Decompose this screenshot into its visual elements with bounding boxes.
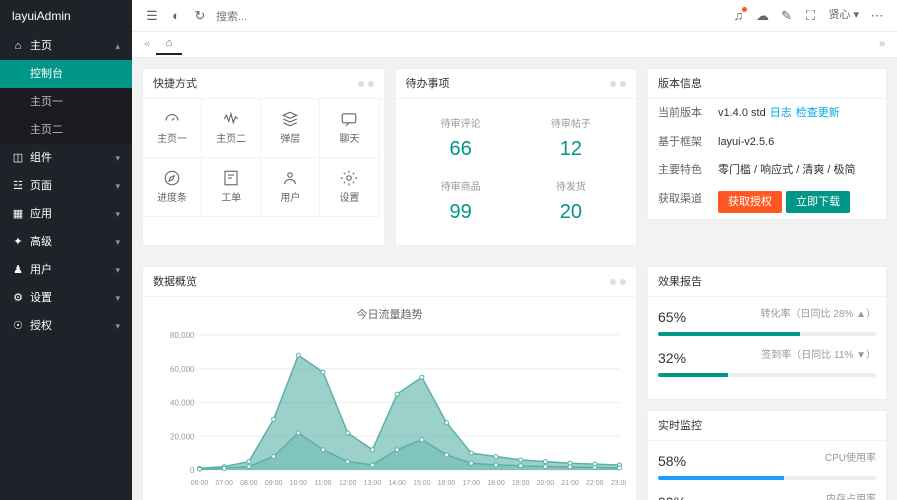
quick-card: 快捷方式 主页一主页二弹层聊天进度条工单用户设置 (142, 68, 385, 246)
version-row: 获取渠道获取授权立即下载 (648, 185, 886, 219)
sidebar: layuiAdmin ⌂主页▴控制台主页一主页二◫组件▾☳页面▾▦应用▾✦高级▾… (0, 0, 132, 500)
svg-text:13:00: 13:00 (364, 480, 382, 487)
progress-item: 58%CPU使用率 (658, 451, 876, 480)
tab-prev-icon[interactable]: « (138, 36, 156, 53)
svg-text:17:00: 17:00 (462, 480, 480, 487)
sidebar-subitem[interactable]: 控制台 (0, 60, 132, 88)
svg-text:11:00: 11:00 (315, 480, 332, 487)
bell-icon[interactable]: ♫ (726, 4, 750, 28)
pending-item[interactable]: 待审帖子12 (516, 109, 626, 172)
search-input[interactable] (216, 11, 336, 23)
card-title: 版本信息 (658, 69, 702, 99)
quick-wave[interactable]: 主页二 (201, 98, 261, 158)
progress-item: 90%内存占用率 (658, 492, 876, 500)
svg-text:10:00: 10:00 (290, 480, 308, 487)
tab-home[interactable]: ⌂ (156, 35, 182, 55)
sidebar-item-home[interactable]: ⌂主页▴ (0, 32, 132, 60)
card-title: 待办事项 (406, 69, 450, 99)
report-card: 效果报告 65%转化率（日同比 28% ▲） 32%签到率（日同比 11% ▼） (647, 266, 887, 400)
app-logo: layuiAdmin (0, 0, 132, 32)
pending-item[interactable]: 待审评论66 (406, 109, 516, 172)
svg-text:60,000: 60,000 (170, 364, 195, 373)
svg-text:14:00: 14:00 (388, 480, 406, 487)
sidebar-item-cube[interactable]: ◫组件▾ (0, 144, 132, 172)
sidebar-subitem[interactable]: 主页一 (0, 88, 132, 116)
svg-text:20:00: 20:00 (537, 480, 555, 487)
card-title: 效果报告 (658, 267, 702, 297)
svg-text:22:00: 22:00 (586, 480, 604, 487)
pending-item[interactable]: 待审商品99 (406, 172, 516, 235)
traffic-chart: 0 20,000 40,000 60,000 80,000 06:00 07:00 08:00… (153, 330, 626, 490)
svg-text:12:00: 12:00 (339, 480, 357, 487)
version-row: 基于框架layui-v2.5.6 (648, 128, 886, 157)
quick-cog[interactable]: 设置 (319, 157, 379, 217)
svg-text:20,000: 20,000 (170, 432, 195, 441)
svg-text:16:00: 16:00 (438, 480, 456, 487)
svg-text:19:00: 19:00 (512, 480, 530, 487)
fullscreen-icon[interactable]: ⛶ (798, 4, 822, 28)
overview-card: 数据概览 今日流量趋势 0 20,000 40,000 60,000 80,000 06:… (142, 266, 637, 500)
svg-text:06:00: 06:00 (191, 480, 209, 487)
version-row: 当前版本v1.4.0 std日志检查更新 (648, 99, 886, 128)
version-link[interactable]: 检查更新 (796, 107, 840, 119)
version-button[interactable]: 获取授权 (718, 191, 782, 213)
chart-title: 今日流量趋势 (153, 307, 626, 324)
svg-text:18:00: 18:00 (487, 480, 505, 487)
card-title: 实时监控 (658, 411, 702, 441)
version-button[interactable]: 立即下载 (786, 191, 850, 213)
note-icon[interactable]: ✎ (774, 4, 798, 28)
svg-text:07:00: 07:00 (215, 480, 233, 487)
monitor-card: 实时监控 58%CPU使用率 90%内存占用率 (647, 410, 887, 500)
progress-item: 65%转化率（日同比 28% ▲） (658, 307, 876, 336)
svg-text:0: 0 (190, 466, 195, 475)
quick-chat[interactable]: 聊天 (319, 98, 379, 158)
sidebar-item-file[interactable]: ☳页面▾ (0, 172, 132, 200)
skin-icon[interactable]: ☁ (750, 4, 774, 28)
svg-text:40,000: 40,000 (170, 398, 195, 407)
svg-text:15:00: 15:00 (413, 480, 431, 487)
progress-item: 32%签到率（日同比 11% ▼） (658, 348, 876, 377)
version-link[interactable]: 日志 (770, 107, 792, 119)
quick-stack[interactable]: 弹层 (260, 98, 320, 158)
sidebar-item-gear[interactable]: ⚙设置▾ (0, 284, 132, 312)
card-title: 快捷方式 (153, 69, 197, 99)
quick-person[interactable]: 用户 (260, 157, 320, 217)
version-row: 主要特色零门槛 / 响应式 / 清爽 / 极简 (648, 156, 886, 185)
quick-compass[interactable]: 进度条 (142, 157, 202, 217)
pending-card: 待办事项 待审评论66待审帖子12待审商品99待发货20 (395, 68, 638, 246)
more-icon[interactable]: ⋯ (865, 4, 889, 28)
svg-text:21:00: 21:00 (561, 480, 579, 487)
quick-edit[interactable]: 工单 (201, 157, 261, 217)
sidebar-subitem[interactable]: 主页二 (0, 116, 132, 144)
theme-icon[interactable]: ◐ (164, 4, 188, 28)
menu-toggle-icon[interactable]: ☰ (140, 4, 164, 28)
header: ☰ ◐ ↻ ♫ ☁ ✎ ⛶ 贤心 ▾ ⋯ (132, 0, 897, 32)
sidebar-item-app[interactable]: ▦应用▾ (0, 200, 132, 228)
version-card: 版本信息 当前版本v1.4.0 std日志检查更新基于框架layui-v2.5.… (647, 68, 887, 220)
tab-next-icon[interactable]: » (873, 36, 891, 53)
svg-text:23:00: 23:00 (611, 480, 626, 487)
tab-bar: « ⌂ » (132, 32, 897, 58)
svg-text:09:00: 09:00 (265, 480, 283, 487)
sidebar-item-auth[interactable]: ☉授权▾ (0, 312, 132, 340)
sidebar-item-user[interactable]: ♟用户▾ (0, 256, 132, 284)
svg-text:08:00: 08:00 (240, 480, 258, 487)
card-title: 数据概览 (153, 267, 197, 297)
pending-item[interactable]: 待发货20 (516, 172, 626, 235)
refresh-icon[interactable]: ↻ (188, 4, 212, 28)
sidebar-item-senior[interactable]: ✦高级▾ (0, 228, 132, 256)
quick-gauge[interactable]: 主页一 (142, 98, 202, 158)
user-menu[interactable]: 贤心 ▾ (822, 7, 865, 24)
svg-text:80,000: 80,000 (170, 331, 195, 340)
